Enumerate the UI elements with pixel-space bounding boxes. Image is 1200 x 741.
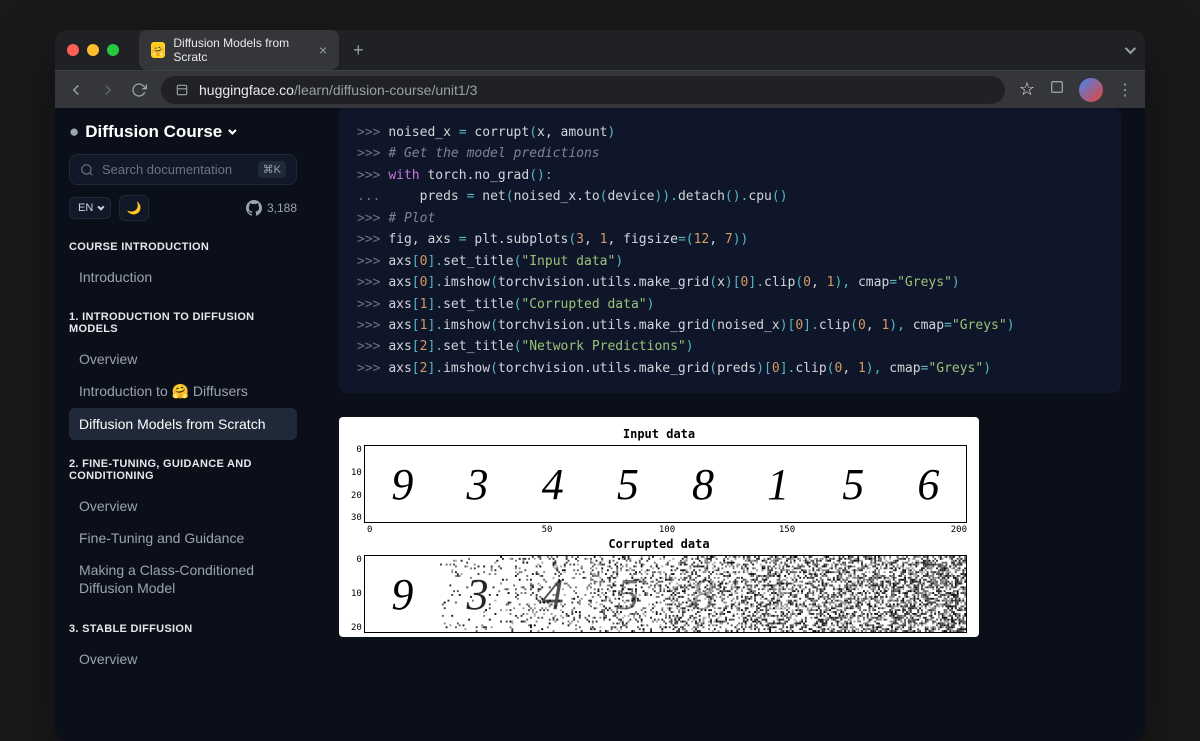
profile-avatar[interactable] [1079, 78, 1103, 102]
code-line: >>> # Get the model predictions [357, 143, 1103, 164]
code-line: >>> axs[1].imshow(torchvision.utils.make… [357, 315, 1103, 336]
favicon-icon: 🤗 [151, 42, 165, 58]
digit-cell: 4 [515, 446, 590, 522]
digit-cell: 6 [891, 446, 966, 522]
noisy-digit-cell: 5 [590, 556, 665, 632]
forward-button[interactable] [99, 81, 117, 99]
chart-title: Corrupted data [351, 537, 967, 551]
url-field[interactable]: huggingface.co/learn/diffusion-course/un… [161, 76, 1005, 104]
course-title-dropdown[interactable]: ● Diffusion Course [69, 122, 297, 142]
github-link[interactable]: 3,188 [246, 200, 297, 216]
github-stars-count: 3,188 [267, 201, 297, 215]
nav-item[interactable]: Overview [69, 490, 297, 522]
code-line: >>> fig, axs = plt.subplots(3, 1, figsiz… [357, 229, 1103, 250]
course-title-label: Diffusion Course [85, 122, 222, 142]
bookmark-button[interactable]: ☆ [1019, 79, 1035, 100]
section-header: COURSE INTRODUCTION [69, 241, 297, 253]
chevron-down-icon [98, 203, 105, 210]
github-icon [246, 200, 262, 216]
tab-title: Diffusion Models from Scratc [173, 36, 310, 64]
nav-item[interactable]: Fine-Tuning and Guidance [69, 522, 297, 554]
noisy-digit-cell: 6 [891, 556, 966, 632]
sidebar: ● Diffusion Course Search documentation … [55, 108, 315, 741]
browser-window: 🤗 Diffusion Models from Scratc × + huggi… [55, 30, 1145, 741]
noisy-digit-cell: 4 [515, 556, 590, 632]
noisy-digit-cell: 8 [665, 556, 740, 632]
y-axis: 0102030 [351, 445, 364, 523]
x-axis: 050100150200 [351, 523, 967, 535]
chart-row: 0102093458156 [351, 555, 967, 633]
section-header: 2. FINE-TUNING, GUIDANCE AND CONDITIONIN… [69, 458, 297, 482]
code-line: >>> noised_x = corrupt(x, amount) [357, 122, 1103, 143]
code-line: ... preds = net(noised_x.to(device)).det… [357, 186, 1103, 207]
url-bar: huggingface.co/learn/diffusion-course/un… [55, 70, 1145, 108]
code-line: >>> axs[2].imshow(torchvision.utils.make… [357, 358, 1103, 379]
digit-cell: 8 [665, 446, 740, 522]
nav-sections: COURSE INTRODUCTION Introduction 1. INTROD… [69, 241, 297, 675]
output-figure: Input data010203093458156050100150200Cor… [339, 417, 979, 637]
code-line: >>> axs[1].set_title("Corrupted data") [357, 294, 1103, 315]
sidebar-controls: EN 🌙 3,188 [69, 195, 297, 221]
minimize-window-button[interactable] [87, 44, 99, 56]
noisy-digit-cell: 9 [365, 556, 440, 632]
digit-cell: 3 [440, 446, 515, 522]
section-header: 1. INTRODUCTION TO DIFFUSION MODELS [69, 311, 297, 335]
search-icon [80, 163, 94, 177]
moon-icon: 🌙 [127, 201, 142, 215]
digit-cell: 5 [816, 446, 891, 522]
digit-cell: 1 [741, 446, 816, 522]
window-controls [67, 44, 119, 56]
chevron-down-icon [228, 126, 236, 134]
code-line: >>> axs[0].imshow(torchvision.utils.make… [357, 272, 1103, 293]
search-input[interactable]: Search documentation ⌘K [69, 154, 297, 185]
language-selector[interactable]: EN [69, 197, 111, 219]
reload-button[interactable] [131, 82, 147, 98]
close-tab-button[interactable]: × [319, 42, 327, 58]
theme-toggle[interactable]: 🌙 [119, 195, 149, 221]
close-window-button[interactable] [67, 44, 79, 56]
code-line: >>> axs[0].set_title("Input data") [357, 251, 1103, 272]
code-line: >>> # Plot [357, 208, 1103, 229]
chevron-down-icon [1125, 43, 1136, 54]
site-info-icon [175, 83, 189, 97]
noisy-digit-cell: 3 [440, 556, 515, 632]
browser-tab[interactable]: 🤗 Diffusion Models from Scratc × [139, 30, 339, 70]
page-content: ● Diffusion Course Search documentation … [55, 108, 1145, 741]
nav-item[interactable]: Introduction [69, 261, 297, 293]
search-shortcut: ⌘K [258, 161, 286, 178]
code-block[interactable]: >>> noised_x = corrupt(x, amount)>>> # G… [339, 108, 1121, 393]
chart-title: Input data [351, 427, 967, 441]
search-placeholder: Search documentation [102, 162, 232, 177]
chart-row: 010203093458156 [351, 445, 967, 523]
nav-item[interactable]: Making a Class-Conditioned Diffusion Mod… [69, 554, 297, 604]
language-label: EN [78, 202, 93, 214]
digit-cell: 9 [365, 446, 440, 522]
tab-bar: 🤗 Diffusion Models from Scratc × + [55, 30, 1145, 70]
nav-item[interactable]: Overview [69, 643, 297, 675]
new-tab-button[interactable]: + [347, 40, 370, 61]
extensions-button[interactable] [1049, 79, 1065, 100]
tabstrip-expand-button[interactable] [1125, 41, 1133, 59]
url-actions: ☆ ⋮ [1019, 78, 1133, 102]
code-line: >>> with torch.no_grad(): [357, 165, 1103, 186]
y-axis: 01020 [351, 555, 364, 633]
back-button[interactable] [67, 81, 85, 99]
image-strip: 93458156 [364, 445, 967, 523]
nav-item[interactable]: Introduction to 🤗 Diffusers [69, 375, 297, 407]
noisy-digit-cell: 5 [816, 556, 891, 632]
main-content[interactable]: >>> noised_x = corrupt(x, amount)>>> # G… [315, 108, 1145, 741]
menu-button[interactable]: ⋮ [1117, 80, 1133, 100]
url-text: huggingface.co/learn/diffusion-course/un… [199, 82, 477, 98]
section-header: 3. STABLE DIFFUSION [69, 623, 297, 635]
noisy-digit-cell: 1 [741, 556, 816, 632]
nav-item[interactable]: Diffusion Models from Scratch [69, 408, 297, 440]
code-line: >>> axs[2].set_title("Network Prediction… [357, 336, 1103, 357]
digit-cell: 5 [590, 446, 665, 522]
nav-item[interactable]: Overview [69, 343, 297, 375]
image-strip: 93458156 [364, 555, 967, 633]
maximize-window-button[interactable] [107, 44, 119, 56]
